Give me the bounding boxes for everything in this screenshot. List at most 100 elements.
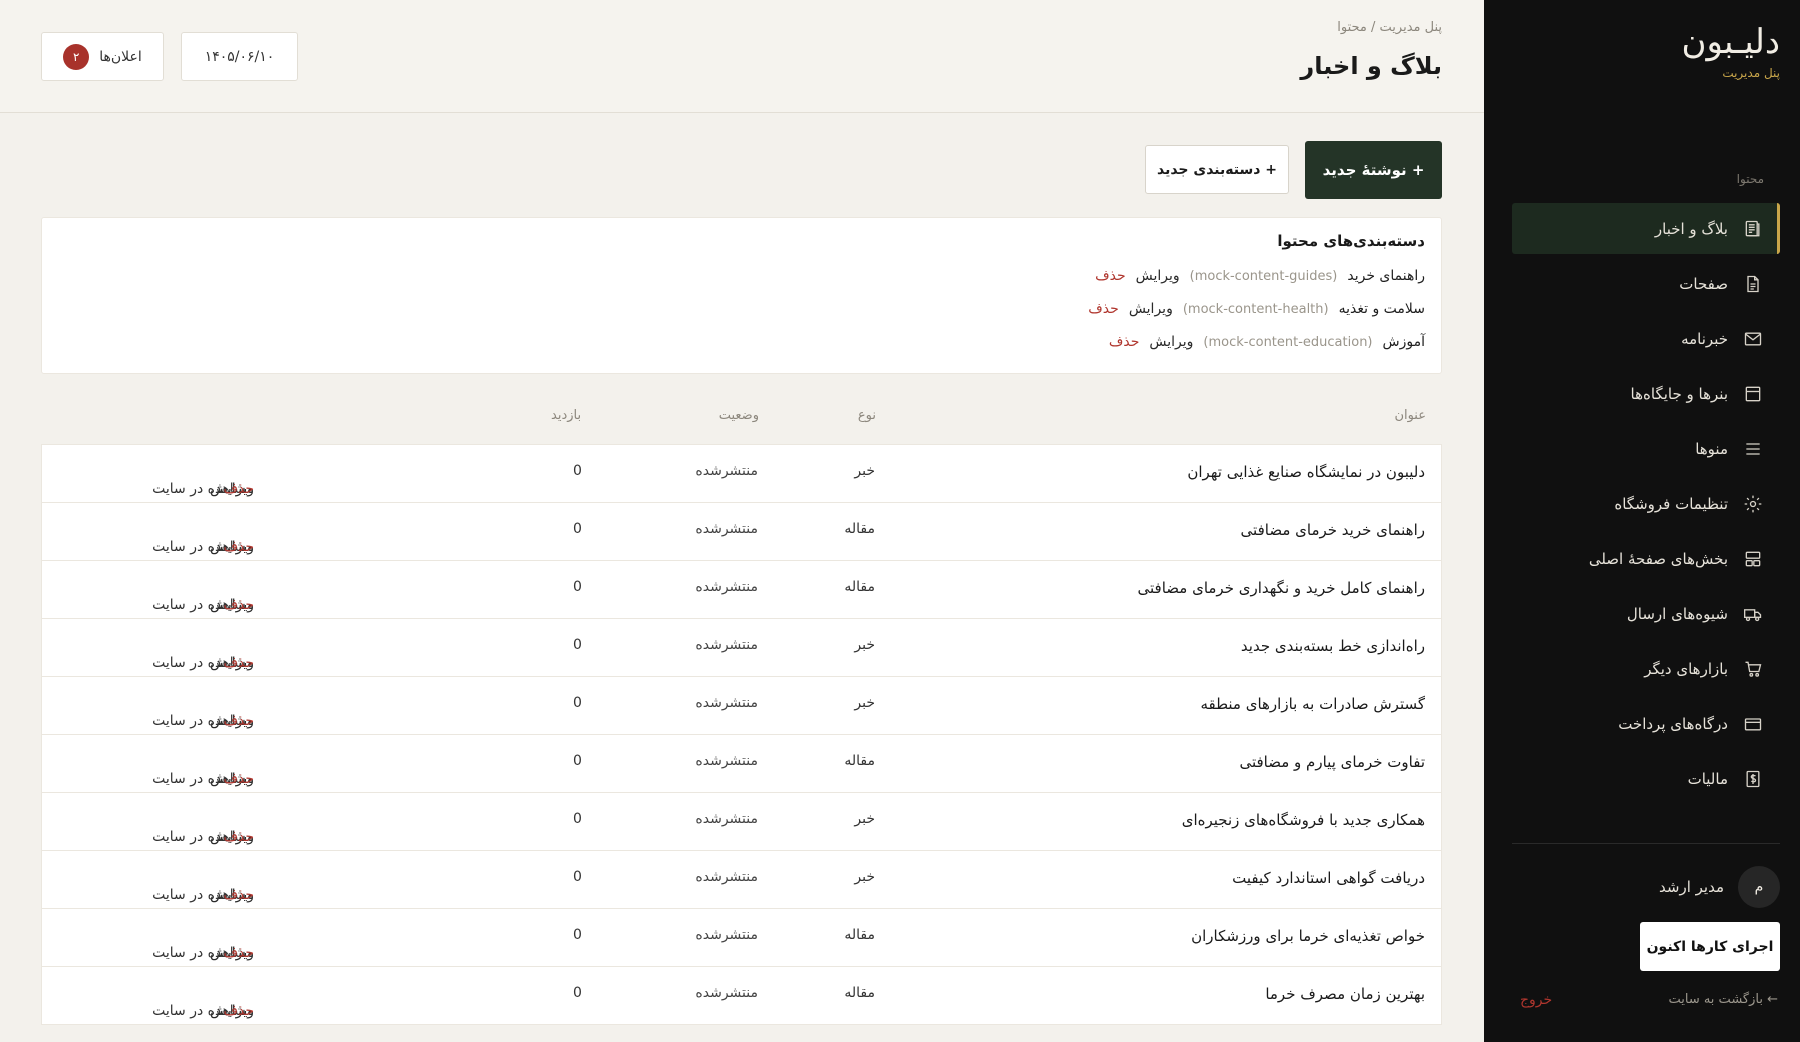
category-slug: (mock-content-education) — [1203, 334, 1373, 350]
sidebar-item[interactable]: صفحات — [1512, 258, 1780, 309]
category-edit-link[interactable]: ویرایش — [1149, 334, 1193, 350]
category-delete-link[interactable]: حذف — [1109, 334, 1140, 350]
category-delete-link[interactable]: حذف — [1095, 268, 1126, 284]
post-type: مقاله — [844, 927, 875, 943]
category-name: آموزش — [1382, 334, 1425, 350]
category-edit-link[interactable]: ویرایش — [1136, 268, 1180, 284]
category-row: راهنمای خرید (mock-content-guides) ویرای… — [1095, 268, 1425, 284]
table-row: دلیبون در نمایشگاه صنایع غذایی تهران خبر م… — [42, 445, 1441, 503]
post-views: 0 — [573, 753, 582, 769]
category-slug: (mock-content-guides) — [1189, 268, 1338, 284]
categories-panel: دسته‌بندی‌های محتوا راهنمای خرید (mock-c… — [41, 217, 1442, 374]
delete-link[interactable]: حذف — [223, 771, 254, 787]
post-type: مقاله — [844, 753, 875, 769]
category-edit-link[interactable]: ویرایش — [1129, 301, 1173, 317]
column-title: عنوان — [1394, 408, 1426, 423]
sidebar-item[interactable]: بلاگ و اخبار — [1512, 203, 1780, 254]
post-status: منتشرشده — [695, 985, 758, 1001]
post-status: منتشرشده — [695, 869, 758, 885]
delete-link[interactable]: حذف — [223, 655, 254, 671]
category-name: سلامت و تغذیه — [1338, 301, 1425, 317]
post-title[interactable]: بهترین زمان مصرف خرما — [1265, 985, 1425, 1003]
mail-icon — [1742, 328, 1764, 350]
post-title[interactable]: خواص تغذیه‌ای خرما برای ورزشکاران — [1191, 927, 1425, 945]
table-row: بهترین زمان مصرف خرما مقاله منتشرشده 0 ویرای… — [42, 967, 1441, 1025]
logout-link[interactable]: خروج — [1520, 992, 1552, 1008]
sidebar-item[interactable]: بخش‌های صفحهٔ اصلی — [1512, 533, 1780, 584]
new-post-button[interactable]: + نوشتهٔ جدید — [1305, 141, 1442, 199]
post-type: مقاله — [844, 985, 875, 1001]
post-type: خبر — [854, 463, 875, 479]
sidebar-nav: بلاگ و اخبار صفحات خبرنامه بنرها و جایگاه‌ه… — [1512, 203, 1780, 808]
delete-link[interactable]: حذف — [223, 829, 254, 845]
tax-icon — [1742, 768, 1764, 790]
sidebar-item[interactable]: شیوه‌های ارسال — [1512, 588, 1780, 639]
post-views: 0 — [573, 985, 582, 1001]
section-label: محتوا — [1736, 172, 1764, 186]
post-type: مقاله — [844, 521, 875, 537]
date-display: ۱۴۰۵/۰۶/۱۰ — [181, 32, 298, 81]
delete-link[interactable]: حذف — [223, 887, 254, 903]
avatar: م — [1738, 866, 1780, 908]
post-title[interactable]: راهنمای خرید خرمای مضافتی — [1241, 521, 1425, 539]
announcements-count-badge: ۲ — [63, 43, 90, 70]
post-title[interactable]: راهنمای کامل خرید و نگهداری خرمای مضافتی — [1138, 579, 1426, 597]
sidebar-item-label: صفحات — [1679, 274, 1728, 293]
table-row: گسترش صادرات به بازارهای منطقه خبر منتشرشد… — [42, 677, 1441, 735]
column-status: وضعیت — [718, 408, 759, 423]
sidebar-item-label: بلاگ و اخبار — [1654, 219, 1728, 238]
column-type: نوع — [857, 408, 876, 423]
column-views: بازدید — [551, 408, 582, 423]
delete-link[interactable]: حذف — [223, 597, 254, 613]
user-name: مدیر ارشد — [1659, 878, 1724, 896]
post-views: 0 — [573, 521, 582, 537]
post-title[interactable]: همکاری جدید با فروشگاه‌های زنجیره‌ای — [1182, 811, 1425, 829]
back-to-site-link[interactable]: ← بازگشت به سایت — [1668, 992, 1778, 1007]
sidebar-item[interactable]: مالیات — [1512, 753, 1780, 804]
post-views: 0 — [573, 637, 582, 653]
sidebar-item[interactable]: درگاه‌های پرداخت — [1512, 698, 1780, 749]
logo-subtitle: پنل مدیریت — [1722, 66, 1780, 80]
post-type: خبر — [854, 811, 875, 827]
new-category-button[interactable]: + دسته‌بندی جدید — [1145, 145, 1289, 194]
menu-icon — [1742, 438, 1764, 460]
post-views: 0 — [573, 869, 582, 885]
table-row: راهنمای خرید خرمای مضافتی مقاله منتشرشده 0 و… — [42, 503, 1441, 561]
announcements-button[interactable]: اعلان‌ها ۲ — [41, 32, 164, 81]
post-type: خبر — [854, 695, 875, 711]
post-title[interactable]: تفاوت خرمای پیارم و مضافتی — [1239, 753, 1425, 771]
sidebar-item[interactable]: منوها — [1512, 423, 1780, 474]
sidebar-item[interactable]: بازارهای دیگر — [1512, 643, 1780, 694]
post-title[interactable]: دلیبون در نمایشگاه صنایع غذایی تهران — [1187, 463, 1425, 481]
sidebar: دلیـبون پنل مدیریت محتوا بلاگ و اخبار صفح… — [1484, 0, 1800, 1042]
sidebar-item[interactable]: خبرنامه — [1512, 313, 1780, 364]
truck-icon — [1742, 603, 1764, 625]
delete-link[interactable]: حذف — [223, 1003, 254, 1019]
table-row: تفاوت خرمای پیارم و مضافتی مقاله منتشرشده 0… — [42, 735, 1441, 793]
post-status: منتشرشده — [695, 463, 758, 479]
sidebar-item-label: بازارهای دیگر — [1644, 659, 1728, 678]
main-content: پنل مدیریت / محتوا بلاگ و اخبار ۱۴۰۵/۰۶/… — [0, 0, 1484, 1042]
post-title[interactable]: دریافت گواهی استاندارد کیفیت — [1232, 869, 1425, 887]
sidebar-item-label: تنظیمات فروشگاه — [1614, 494, 1728, 513]
delete-link[interactable]: حذف — [223, 539, 254, 555]
banner-icon — [1742, 383, 1764, 405]
category-delete-link[interactable]: حذف — [1088, 301, 1119, 317]
breadcrumb[interactable]: پنل مدیریت / محتوا — [1337, 20, 1442, 35]
delete-link[interactable]: حذف — [223, 481, 254, 497]
sidebar-item[interactable]: بنرها و جایگاه‌ها — [1512, 368, 1780, 419]
card-icon — [1742, 713, 1764, 735]
post-type: مقاله — [844, 579, 875, 595]
sidebar-item[interactable]: تنظیمات فروشگاه — [1512, 478, 1780, 529]
delete-link[interactable]: حذف — [223, 713, 254, 729]
sidebar-item-label: مالیات — [1687, 769, 1728, 788]
post-title[interactable]: گسترش صادرات به بازارهای منطقه — [1200, 695, 1425, 713]
logo[interactable]: دلیـبون — [1681, 22, 1780, 62]
layout-icon — [1742, 548, 1764, 570]
post-status: منتشرشده — [695, 753, 758, 769]
run-jobs-button[interactable]: اجرای کارها اکنون — [1640, 922, 1780, 971]
blog-icon — [1742, 218, 1764, 240]
user-profile[interactable]: م مدیر ارشد — [1659, 866, 1780, 908]
post-title[interactable]: راه‌اندازی خط بسته‌بندی جدید — [1241, 637, 1425, 655]
delete-link[interactable]: حذف — [223, 945, 254, 961]
